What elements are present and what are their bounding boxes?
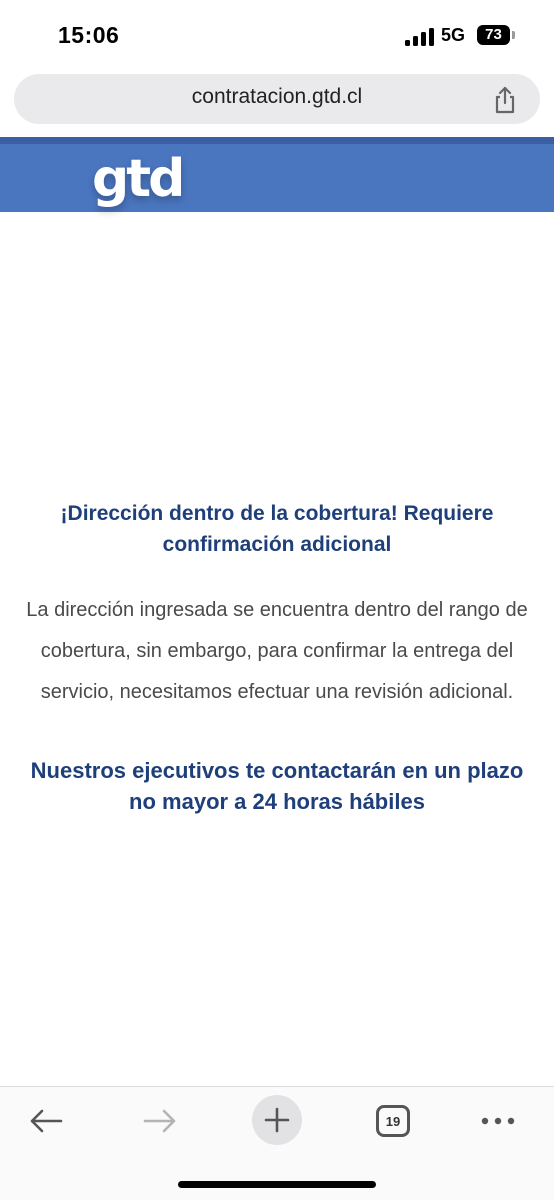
more-button[interactable] [476, 1097, 520, 1145]
tabs-icon: 19 [376, 1105, 410, 1137]
share-icon[interactable] [492, 86, 518, 114]
brand-header: gtd [0, 137, 554, 212]
home-indicator[interactable] [178, 1181, 376, 1188]
new-tab-button[interactable] [252, 1095, 302, 1145]
network-type: 5G [441, 25, 466, 45]
status-bar: 15:06 5G 73 [0, 0, 554, 70]
battery-icon: 73 [477, 25, 510, 45]
coverage-description: La dirección ingresada se encuentra dent… [26, 599, 528, 703]
status-time: 15:06 [58, 22, 120, 48]
plus-icon [264, 1107, 290, 1133]
gtd-logo[interactable]: gtd [92, 144, 185, 214]
main-content: ¡Dirección dentro de la cobertura! Requi… [0, 498, 554, 817]
battery-level: 73 [485, 26, 502, 43]
coverage-title: ¡Dirección dentro de la cobertura! Requi… [60, 502, 494, 556]
back-arrow-icon [30, 1109, 63, 1133]
tabs-count: 19 [385, 1113, 401, 1129]
forward-arrow-icon [143, 1109, 176, 1133]
battery-tip [512, 31, 515, 39]
back-button[interactable] [24, 1097, 68, 1145]
forward-button[interactable] [138, 1097, 182, 1145]
address-bar[interactable]: contratacion.gtd.cl [14, 74, 540, 124]
tabs-button[interactable]: 19 [373, 1097, 413, 1145]
contact-notice: Nuestros ejecutivos te contactarán en un… [30, 758, 524, 814]
url-text[interactable]: contratacion.gtd.cl [14, 85, 540, 109]
signal-strength-icon [405, 28, 435, 46]
more-icon [481, 1117, 515, 1125]
